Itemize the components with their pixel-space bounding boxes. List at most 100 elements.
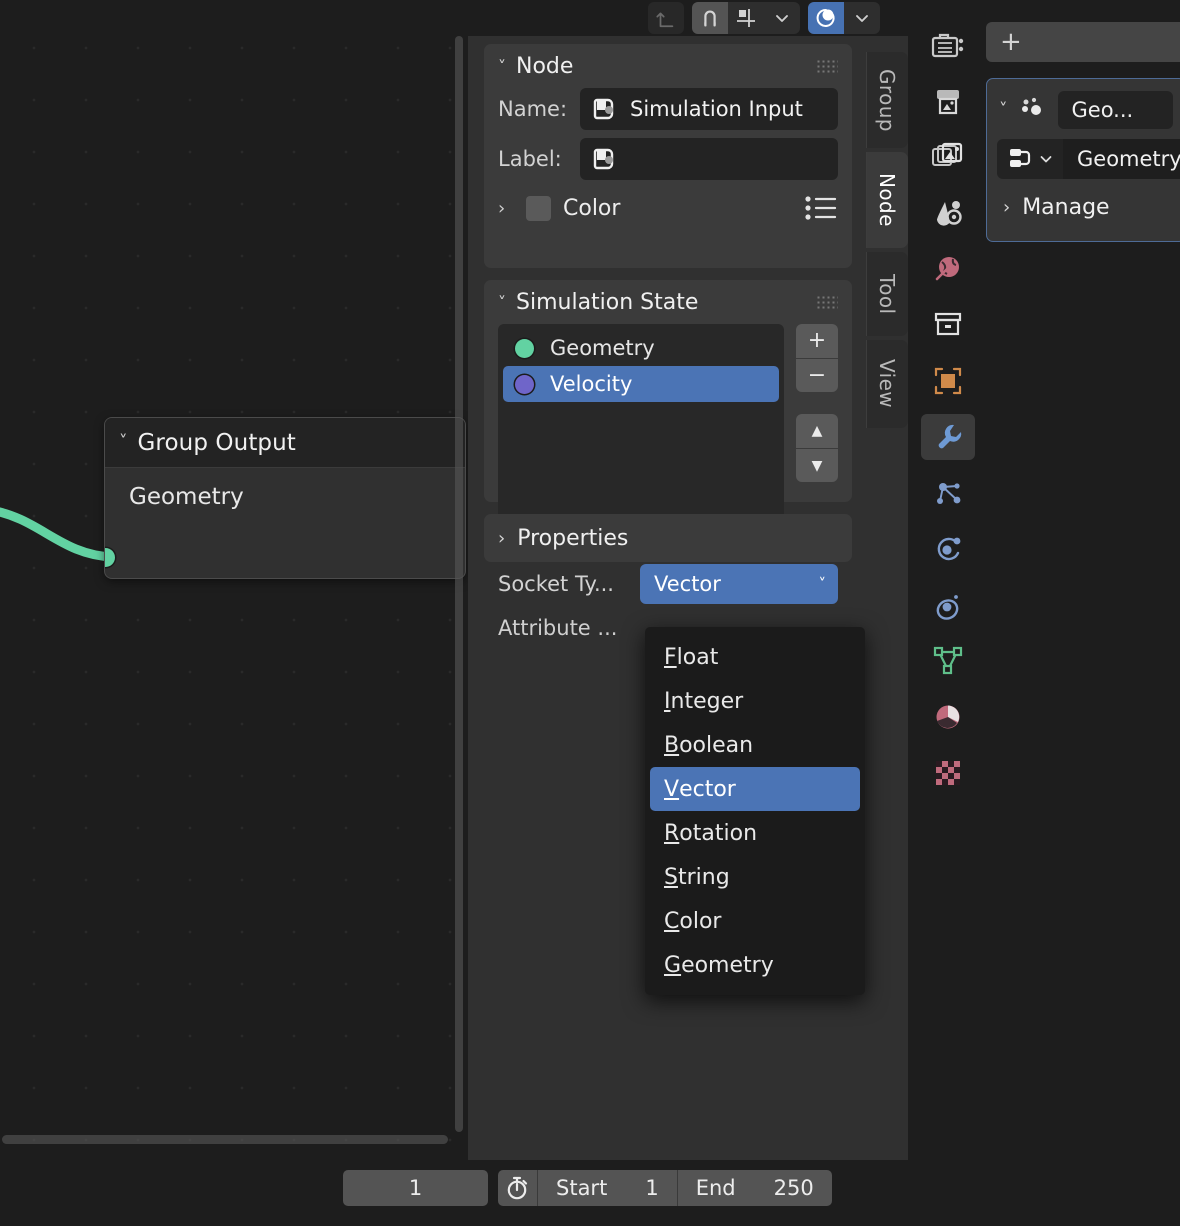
node-label-row: Label:: [484, 138, 852, 180]
proportional-editing-group[interactable]: [808, 2, 880, 34]
panel-grip-icon[interactable]: [816, 59, 838, 73]
node-label-input[interactable]: [580, 138, 838, 180]
socket-type-dropdown-menu[interactable]: Float Integer Boolean Vector Rotation St…: [645, 627, 865, 995]
node-editor-vertical-scrollbar[interactable]: [455, 36, 463, 1132]
properties-subpanel-header[interactable]: › Properties: [484, 514, 852, 562]
modifier-name-input[interactable]: Geo...: [1058, 91, 1174, 129]
transform-orientation-group[interactable]: [648, 2, 684, 34]
modifier-properties-tab[interactable]: [921, 414, 975, 460]
menu-item-color[interactable]: Color: [650, 899, 860, 943]
node-name-input[interactable]: Simulation Input: [580, 88, 838, 130]
add-modifier-button[interactable]: +: [986, 22, 1180, 62]
particles-properties-tab[interactable]: [921, 470, 975, 516]
snap-increment-icon: [734, 6, 758, 30]
proportional-falloff-dropdown[interactable]: [844, 2, 880, 34]
auto-keying-button[interactable]: [498, 1170, 538, 1206]
transform-pivot-button[interactable]: [648, 2, 684, 34]
add-state-item-button[interactable]: +: [796, 324, 838, 358]
modifier-header[interactable]: ˅ Geo...: [987, 89, 1180, 131]
object-data-properties-tab[interactable]: [921, 638, 975, 684]
socket-type-row: Socket Ty... Vector ˅: [484, 562, 852, 606]
panel-grip-icon[interactable]: [816, 295, 838, 309]
menu-item-accel: C: [664, 909, 679, 934]
output-properties-tab[interactable]: [921, 78, 975, 124]
preset-list-icon: [804, 194, 838, 222]
proportional-editing-button[interactable]: [808, 2, 844, 34]
tab-node[interactable]: Node: [866, 152, 908, 248]
list-item[interactable]: Geometry: [503, 330, 779, 366]
add-remove-stack: + −: [796, 324, 838, 392]
menu-item-label: ector: [679, 777, 736, 802]
chevron-right-icon: ›: [498, 528, 505, 549]
node-group-browse-button[interactable]: [997, 139, 1063, 179]
move-item-up-button[interactable]: ▲: [796, 414, 838, 448]
current-frame-input[interactable]: 1: [343, 1170, 488, 1206]
socket-type-value: Vector: [654, 572, 721, 596]
images-stack-icon: [931, 142, 965, 172]
geometry-nodes-modifier-card: ˅ Geo...: [986, 78, 1180, 242]
color-presets-icon[interactable]: [804, 194, 838, 222]
manage-subpanel[interactable]: › Manage: [987, 185, 1180, 229]
node-editor-horizontal-scrollbar[interactable]: [2, 1135, 448, 1144]
chevron-down-icon: [1039, 152, 1053, 166]
tool-properties-tab[interactable]: [921, 22, 975, 68]
blender-window: ˅ Group Output Geometry: [0, 0, 1180, 1226]
end-frame-value: 250: [774, 1176, 814, 1200]
start-frame-input[interactable]: Start 1: [538, 1170, 677, 1206]
scene-properties-tab[interactable]: [921, 190, 975, 236]
menu-item-boolean[interactable]: Boolean: [650, 723, 860, 767]
color-swatch[interactable]: [526, 196, 551, 221]
material-sphere-icon: [933, 702, 963, 732]
menu-item-rotation[interactable]: Rotation: [650, 811, 860, 855]
texture-properties-tab[interactable]: [921, 750, 975, 796]
object-properties-tab[interactable]: [921, 358, 975, 404]
snapping-group[interactable]: [692, 2, 800, 34]
checker-texture-icon: [933, 758, 963, 788]
world-properties-tab[interactable]: [921, 246, 975, 292]
node-group-name[interactable]: Geometry: [1063, 139, 1180, 179]
menu-item-integer[interactable]: Integer: [650, 679, 860, 723]
simulation-state-panel-title: Simulation State: [516, 290, 698, 315]
simulation-state-panel-header[interactable]: ˅ Simulation State: [484, 280, 852, 324]
menu-item-vector[interactable]: Vector: [650, 767, 860, 811]
geometry-input-socket[interactable]: [105, 548, 115, 567]
proportional-edit-icon: [814, 6, 838, 30]
plus-icon: +: [1000, 27, 1022, 57]
chevron-down-icon: ˅: [498, 293, 506, 312]
snap-options-dropdown[interactable]: [764, 2, 800, 34]
node-color-subpanel[interactable]: › Color: [484, 188, 852, 228]
menu-item-string[interactable]: String: [650, 855, 860, 899]
snap-target-button[interactable]: [728, 2, 764, 34]
node-name-value: Simulation Input: [630, 97, 803, 121]
properties-subpanel[interactable]: › Properties: [484, 514, 852, 562]
tab-view-label: View: [875, 345, 899, 422]
geometry-node-editor[interactable]: ˅ Group Output Geometry: [0, 0, 468, 1160]
node-panel-header[interactable]: ˅ Node: [484, 44, 852, 88]
node-name-row: Name: Simulation Input: [484, 88, 852, 130]
socket-type-dropdown[interactable]: Vector ˅: [640, 564, 838, 604]
tab-view[interactable]: View: [866, 340, 908, 428]
physics-properties-tab[interactable]: [921, 526, 975, 572]
list-item[interactable]: Velocity: [503, 366, 779, 402]
chevron-down-icon: ˅: [819, 575, 827, 593]
tab-tool[interactable]: Tool: [866, 252, 908, 336]
snap-magnet-button[interactable]: [692, 2, 728, 34]
node-icon: [592, 146, 618, 172]
menu-item-geometry[interactable]: Geometry: [650, 943, 860, 987]
node-panel: ˅ Node Name: Simulation Input Label:: [484, 44, 852, 268]
end-frame-input[interactable]: End 250: [677, 1170, 832, 1206]
remove-state-item-button[interactable]: −: [796, 358, 838, 392]
menu-item-float[interactable]: Float: [650, 635, 860, 679]
tab-group[interactable]: Group: [866, 52, 908, 148]
constraint-icon: [932, 590, 964, 620]
constraints-properties-tab[interactable]: [921, 582, 975, 628]
node-header[interactable]: ˅ Group Output: [105, 418, 465, 468]
properties-editor: + ˅ Geo...: [908, 0, 1180, 1226]
collection-properties-tab[interactable]: [921, 302, 975, 348]
material-properties-tab[interactable]: [921, 694, 975, 740]
node-title: Group Output: [138, 430, 296, 456]
move-item-down-button[interactable]: ▼: [796, 448, 838, 482]
menu-item-accel: G: [664, 953, 681, 978]
group-output-node[interactable]: ˅ Group Output Geometry: [105, 418, 465, 578]
view-layer-properties-tab[interactable]: [921, 134, 975, 180]
